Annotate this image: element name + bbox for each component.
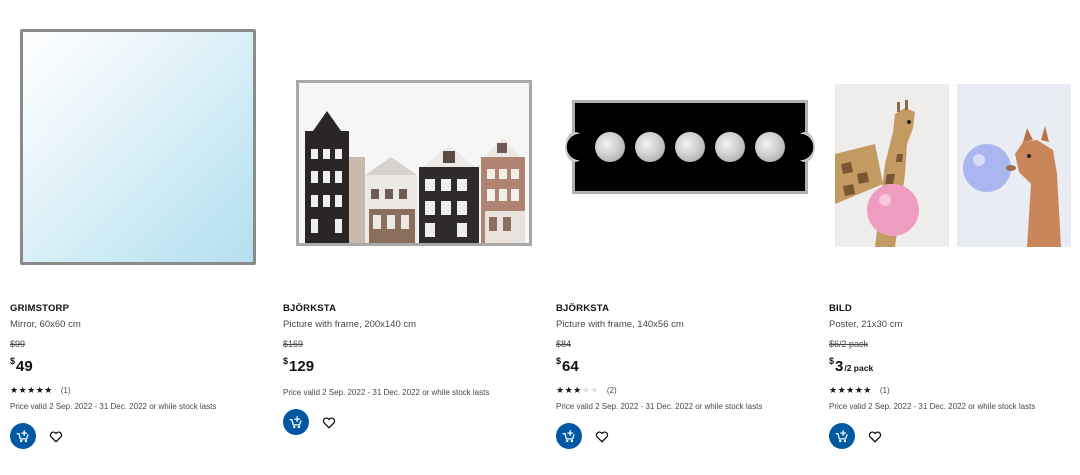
- product-image-link[interactable]: [10, 16, 265, 278]
- product-card-bjorksta-houses: BJÖRKSTA Picture with frame, 200x140 cm …: [283, 0, 538, 475]
- previous-price: $169: [283, 339, 304, 349]
- product-description: Poster, 21x30 cm: [829, 319, 903, 330]
- rating[interactable]: ★★★★★ (1): [10, 384, 270, 396]
- rating[interactable]: ★★★★★ (1): [829, 384, 1080, 396]
- product-card-bild: BILD Poster, 21x30 cm $6/2 pack $3/2 pac…: [829, 0, 1080, 475]
- add-to-cart-icon: [16, 430, 29, 443]
- add-to-cart-icon: [562, 430, 575, 443]
- currency-symbol: $: [10, 356, 16, 366]
- current-price: $49: [10, 352, 270, 377]
- heart-icon: [595, 431, 609, 442]
- product-image-link[interactable]: [562, 16, 817, 278]
- review-count: (1): [879, 385, 890, 395]
- price-amount: 49: [16, 358, 33, 375]
- houses-picture-image: [295, 80, 532, 246]
- star-rating-icon: ★★★★★: [829, 385, 872, 395]
- product-name[interactable]: GRIMSTORP: [10, 303, 270, 315]
- review-count: (2): [606, 385, 617, 395]
- price-validity: Price valid 2 Sep. 2022 - 31 Dec. 2022 o…: [10, 402, 217, 411]
- heart-icon: [868, 431, 882, 442]
- favourite-button[interactable]: [320, 413, 338, 431]
- price-validity: Price valid 2 Sep. 2022 - 31 Dec. 2022 o…: [829, 402, 1036, 411]
- rating[interactable]: ★★★★★ (2): [556, 384, 816, 396]
- price-amount: 64: [562, 358, 579, 375]
- price-amount: 129: [289, 358, 315, 375]
- heart-icon: [49, 431, 63, 442]
- price-validity: Price valid 2 Sep. 2022 - 31 Dec. 2022 o…: [556, 402, 763, 411]
- currency-symbol: $: [829, 356, 835, 366]
- star-rating-icon: ★★★★★: [10, 385, 53, 395]
- product-name[interactable]: BILD: [829, 303, 1080, 315]
- heart-icon: [322, 417, 336, 428]
- product-description: Mirror, 60x60 cm: [10, 319, 81, 330]
- current-price: $129: [283, 352, 543, 377]
- product-image-link[interactable]: [286, 32, 541, 294]
- product-description: Picture with frame, 200x140 cm: [283, 319, 417, 330]
- moon-picture-image: [564, 100, 815, 194]
- favourite-button[interactable]: [47, 427, 65, 445]
- product-card-bjorksta-moon: BJÖRKSTA Picture with frame, 140x56 cm $…: [556, 0, 815, 475]
- product-description: Picture with frame, 140x56 cm: [556, 319, 684, 330]
- previous-price: $6/2 pack: [829, 339, 869, 349]
- posters-image: [834, 83, 1071, 247]
- product-card-grimstorp: GRIMSTORP Mirror, 60x60 cm $99 $49 ★★★★★…: [10, 0, 265, 475]
- currency-symbol: $: [283, 356, 289, 366]
- add-to-cart-button[interactable]: [556, 423, 582, 449]
- product-name[interactable]: BJÖRKSTA: [283, 303, 543, 315]
- current-price: $64: [556, 352, 816, 377]
- currency-symbol: $: [556, 356, 562, 366]
- favourite-button[interactable]: [593, 427, 611, 445]
- favourite-button[interactable]: [866, 427, 884, 445]
- add-to-cart-button[interactable]: [283, 409, 309, 435]
- current-price: $3/2 pack: [829, 352, 1080, 377]
- price-amount: 3: [835, 358, 844, 375]
- previous-price: $99: [10, 339, 26, 349]
- add-to-cart-icon: [835, 430, 848, 443]
- star-rating-icon: ★★★★★: [556, 385, 599, 395]
- review-count: (1): [60, 385, 71, 395]
- add-to-cart-button[interactable]: [10, 423, 36, 449]
- mirror-image: [19, 29, 256, 265]
- price-unit: /2 pack: [844, 363, 874, 373]
- previous-price: $84: [556, 339, 572, 349]
- price-validity: Price valid 2 Sep. 2022 - 31 Dec. 2022 o…: [283, 388, 490, 397]
- product-name[interactable]: BJÖRKSTA: [556, 303, 816, 315]
- product-image-link[interactable]: [834, 34, 1071, 296]
- add-to-cart-icon: [289, 416, 302, 429]
- add-to-cart-button[interactable]: [829, 423, 855, 449]
